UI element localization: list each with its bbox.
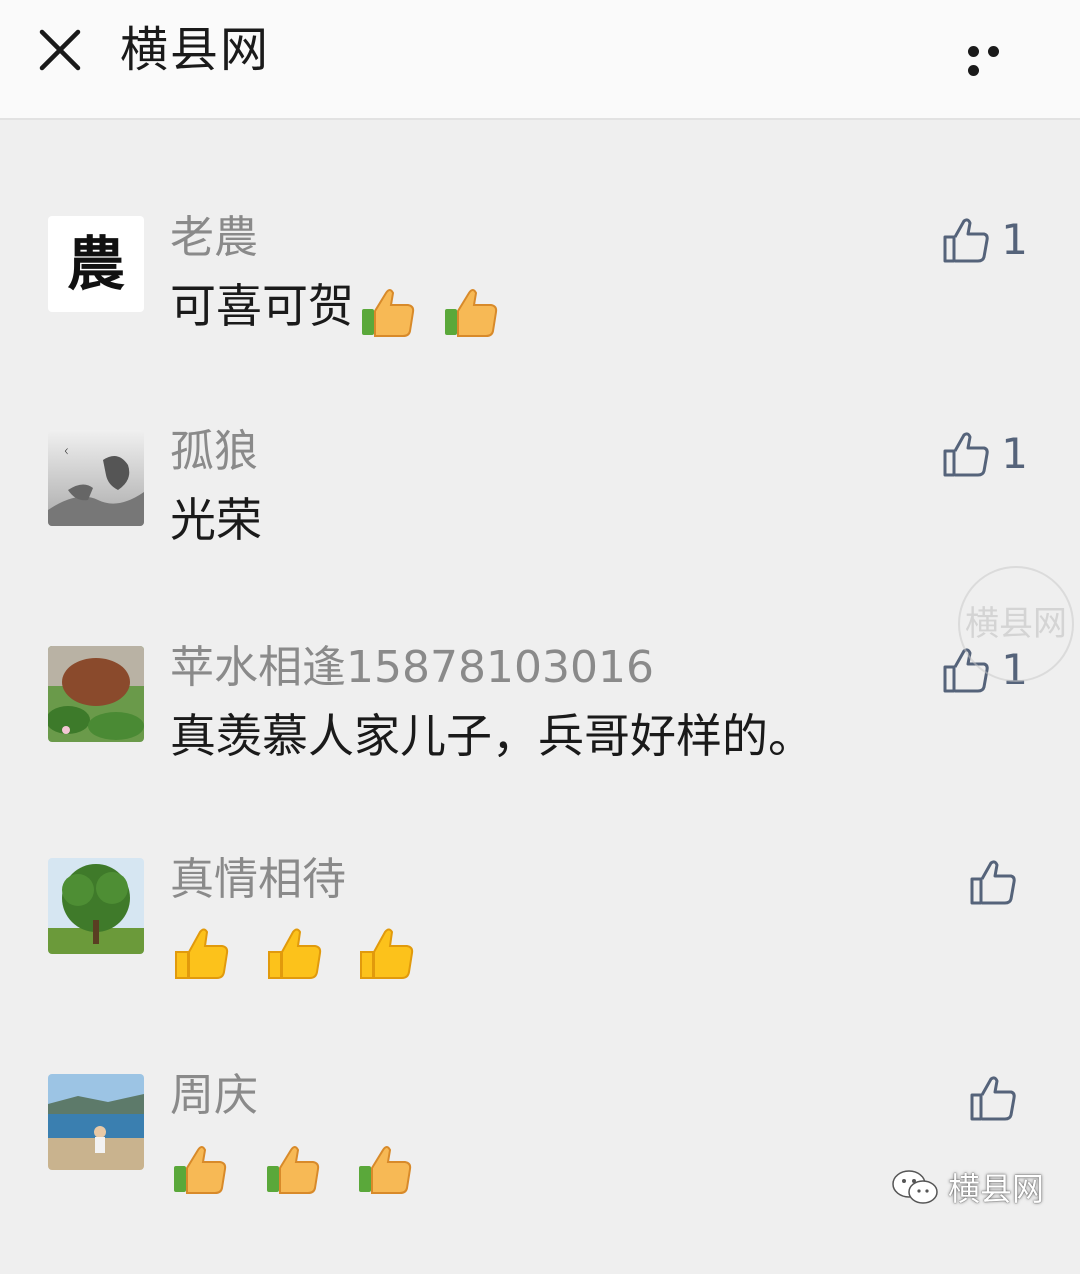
thumbs-up-outline-icon [941, 215, 991, 265]
comment-text-content: 可喜可贺 [170, 279, 354, 333]
comment-text: 可喜可贺 [170, 276, 509, 341]
thumbs-up-emoji-icon [263, 1138, 323, 1198]
avatar[interactable]: ᚲ [48, 430, 144, 526]
page-title: 横县网 [120, 20, 270, 80]
commenter-name[interactable]: 苹水相逢15878103016 [170, 640, 654, 696]
like-button[interactable] [968, 852, 1028, 912]
comment-item: 真情相待 [0, 858, 1080, 1058]
thumbs-up-emoji-icon [355, 1138, 415, 1198]
close-icon[interactable] [36, 26, 84, 74]
thumbs-up-emoji-icon [170, 1138, 230, 1198]
thumbs-up-emoji-icon [263, 922, 323, 982]
comment-text: 真羡慕人家儿子，兵哥好样的。 [170, 706, 814, 766]
commenter-name[interactable]: 老農 [170, 210, 258, 266]
comment-item: ᚲ 孤狼 光荣 1 [0, 430, 1080, 630]
comment-text: 光荣 [170, 490, 262, 550]
thumbs-up-emoji-icon [358, 281, 418, 341]
wechat-icon [890, 1167, 940, 1207]
avatar[interactable] [48, 858, 144, 954]
thumbs-up-emoji-icon [170, 922, 230, 982]
brand-label: 横县网 [948, 1164, 1044, 1210]
thumbs-up-emoji-icon [355, 922, 415, 982]
commenter-name[interactable]: 孤狼 [170, 424, 258, 480]
comment-text [170, 918, 433, 982]
thumbs-up-emoji-icon [441, 281, 501, 341]
like-count: 1 [1001, 429, 1028, 479]
comment-text [170, 1134, 433, 1198]
top-bar: 横县网 [0, 0, 1080, 120]
svg-text:ᚲ: ᚲ [62, 444, 70, 460]
avatar-calligraphy: 農 [67, 230, 125, 298]
thumbs-up-outline-icon [968, 1073, 1018, 1123]
like-button[interactable]: 1 [941, 210, 1028, 270]
commenter-name[interactable]: 真情相待 [170, 852, 346, 908]
commenter-name[interactable]: 周庆 [170, 1068, 258, 1124]
more-dots-icon[interactable] [968, 42, 1024, 56]
avatar[interactable]: 農 [48, 216, 144, 312]
watermark-seal: 横县网 [958, 566, 1074, 682]
like-button[interactable] [968, 1068, 1028, 1128]
thumbs-up-outline-icon [968, 857, 1018, 907]
avatar[interactable] [48, 646, 144, 742]
like-count: 1 [1001, 215, 1028, 265]
comment-item: 苹水相逢15878103016 真羡慕人家儿子，兵哥好样的。 1 [0, 646, 1080, 846]
avatar[interactable] [48, 1074, 144, 1170]
comment-item: 農 老農 可喜可贺 1 [0, 216, 1080, 416]
footer-brand: 横县网 [890, 1164, 1044, 1210]
thumbs-up-outline-icon [941, 429, 991, 479]
like-button[interactable]: 1 [941, 424, 1028, 484]
